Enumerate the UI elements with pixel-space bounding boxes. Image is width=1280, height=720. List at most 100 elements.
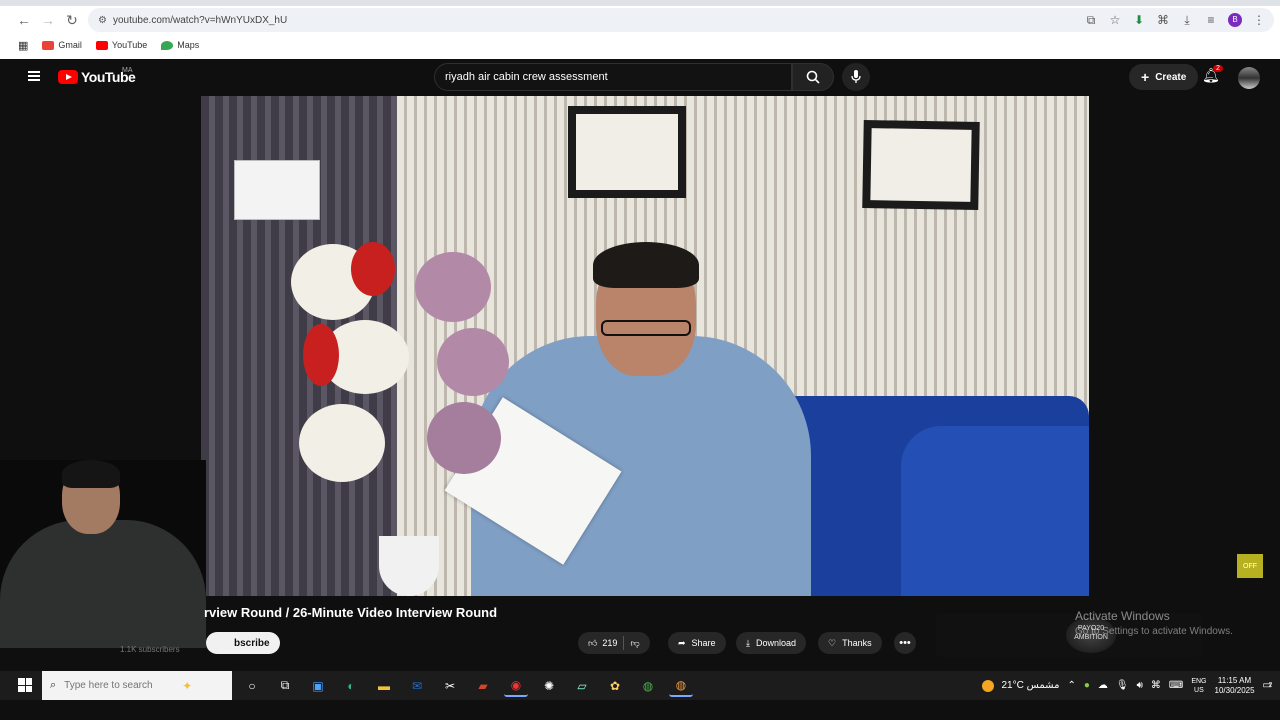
search-input[interactable] — [445, 71, 775, 83]
tray-overflow-icon[interactable]: ⌃ — [1067, 680, 1075, 691]
video-scene-sofa-arm — [901, 426, 1089, 596]
edge-icon[interactable]: ◐ — [339, 674, 363, 697]
video-scene-glasses — [601, 320, 691, 336]
thanks-label: Thanks — [842, 638, 872, 648]
activate-windows-title: Activate Windows — [1075, 609, 1170, 623]
chrome-profile-icon[interactable]: ◍ — [669, 674, 693, 697]
system-clock[interactable]: 11:15 AM 10/30/2025 — [1215, 676, 1255, 696]
notes-icon[interactable]: ▱ — [570, 674, 594, 697]
onedrive-icon[interactable]: ☁ — [1098, 680, 1108, 691]
keyboard-icon[interactable]: ⌨ — [1169, 680, 1183, 691]
maps-icon — [161, 40, 174, 50]
taskbar-search-input[interactable] — [64, 680, 175, 691]
outlook-icon[interactable]: ✉ — [405, 674, 429, 697]
tray-app-icon[interactable]: ● — [1084, 680, 1090, 691]
bookmark-youtube[interactable]: YouTube — [95, 40, 147, 50]
forward-arrow-icon[interactable]: → — [36, 8, 60, 32]
download-label: Download — [755, 638, 797, 648]
thumbs-down-icon: 👎︎ — [630, 637, 640, 648]
bookmark-gmail[interactable]: Gmail — [42, 40, 82, 50]
share-label: Share — [691, 638, 716, 648]
like-button[interactable]: 👍︎ 219 — [588, 638, 617, 649]
like-divider — [623, 636, 625, 650]
dislike-button[interactable]: 👎︎ — [630, 638, 639, 649]
address-bar[interactable]: ⚙ youtube.com/watch?v=hWnYUxDX_hU ⧉ ☆ ⬇ … — [88, 8, 1274, 32]
subscriber-count: 1.1K subscribers — [120, 645, 180, 654]
more-actions-button[interactable]: ••• — [894, 632, 916, 654]
cortana-icon[interactable]: ○ — [240, 674, 264, 697]
download-button[interactable]: ⤓ Download — [736, 632, 807, 654]
webcam-person-body — [0, 520, 206, 648]
hamburger-menu-icon[interactable] — [28, 71, 40, 81]
network-icon[interactable]: ⌘ — [1151, 680, 1161, 691]
toolbar-actions: ⧉ ☆ ⬇ ⌘ ⤓ ≡ B ⋮ — [1084, 8, 1266, 32]
like-dislike-group: 👍︎ 219 👎︎ — [578, 632, 650, 654]
video-scene-flower — [437, 328, 509, 396]
download-icon: ⤓ — [746, 637, 750, 648]
chatgpt-icon[interactable]: ✺ — [537, 674, 561, 697]
voice-search-button[interactable] — [842, 63, 870, 91]
windows-taskbar: ⌕ ✦ ○ ⧉ ▣ ◐ ▬ ✉ ✂ ▰ ◉ ✺ ▱ ✿ ◍ ◍ 21°C مشم… — [0, 671, 1280, 700]
apps-grid-icon[interactable]: ▦ — [18, 39, 28, 52]
create-button[interactable]: + Create — [1129, 64, 1199, 90]
video-player[interactable] — [201, 96, 1089, 596]
like-count: 219 — [602, 638, 618, 648]
share-arrow-icon: ➦ — [678, 637, 686, 648]
taskbar-search[interactable]: ⌕ ✦ — [42, 671, 232, 700]
install-app-icon[interactable]: ⧉ — [1084, 13, 1098, 28]
video-scene-switch-panel — [234, 160, 320, 220]
bookmark-star-icon[interactable]: ☆ — [1108, 13, 1122, 27]
search-box — [434, 63, 792, 91]
floating-overlay-button[interactable]: OFF — [1237, 554, 1263, 578]
clock-date: 10/30/2025 — [1214, 685, 1255, 695]
bookmarks-bar: ▦ Gmail YouTube Maps — [0, 36, 199, 54]
thanks-button[interactable]: ♡ Thanks — [818, 632, 882, 654]
bookmark-maps[interactable]: Maps — [161, 40, 199, 50]
notifications-bell-icon[interactable]: 🔔︎ 2 — [1202, 65, 1223, 87]
reading-list-icon[interactable]: ≡ — [1204, 13, 1218, 27]
taskbar-apps: ○ ⧉ ▣ ◐ ▬ ✉ ✂ ▰ ◉ ✺ ▱ ✿ ◍ ◍ — [240, 674, 693, 697]
back-arrow-icon[interactable]: ← — [12, 8, 36, 32]
address-url: youtube.com/watch?v=hWnYUxDX_hU — [112, 14, 288, 26]
notification-center-icon[interactable]: ▭ 2 — [1263, 680, 1273, 691]
windows-start-icon[interactable] — [18, 678, 32, 692]
volume-icon[interactable]: 🔊︎ — [1137, 680, 1143, 691]
webcam-person-hair — [62, 460, 120, 488]
language-code: ENG — [1191, 677, 1207, 685]
taskbar-search-icon: ⌕ — [50, 679, 57, 691]
webcam-overlay — [0, 460, 206, 648]
account-avatar[interactable] — [1238, 67, 1260, 89]
search-button[interactable] — [792, 63, 834, 91]
profile-avatar-icon[interactable]: B — [1228, 13, 1242, 27]
clock-time: 11:15 AM — [1217, 675, 1252, 685]
search-icon — [806, 70, 820, 84]
share-button[interactable]: ➦ Share — [668, 632, 726, 654]
file-explorer-icon[interactable]: ▬ — [372, 674, 396, 697]
video-scene-certificate-2 — [862, 119, 980, 211]
weather-text[interactable]: 21°C مشمس — [1002, 680, 1060, 691]
site-info-icon[interactable]: ⚙ — [98, 15, 107, 26]
chrome-icon[interactable]: ◍ — [636, 674, 660, 697]
weather-sun-icon[interactable] — [981, 679, 994, 692]
system-tray: 21°C مشمس ⌃ ● ☁ 🎙︎ 🔊︎ ⌘ ⌨ ENG US 11:15 A… — [981, 671, 1280, 700]
input-language[interactable]: ENG US — [1191, 677, 1206, 695]
store-icon[interactable]: ▣ — [306, 674, 330, 697]
photos-icon[interactable]: ✿ — [603, 674, 627, 697]
screen-recorder-icon[interactable]: ◉ — [504, 674, 528, 697]
search-highlight-icon: ✦ — [182, 678, 193, 693]
video-actions-row: 1.1K subscribers bscribe 👍︎ 219 👎︎ ➦ Sha… — [100, 632, 920, 658]
bookmark-label: Maps — [177, 40, 200, 50]
powerpoint-icon[interactable]: ▰ — [471, 674, 495, 697]
subscribe-button[interactable]: bscribe — [206, 632, 280, 654]
browser-menu-icon[interactable]: ⋮ — [1252, 13, 1266, 27]
downloads-icon[interactable]: ⤓ — [1180, 13, 1194, 28]
youtube-header: YouTube MA + Create 🔔︎ 2 — [10, 59, 1280, 96]
capcut-icon[interactable]: ✂ — [438, 674, 462, 697]
task-view-icon[interactable]: ⧉ — [273, 674, 297, 697]
language-region: US — [1194, 686, 1204, 694]
video-scene-flower — [351, 242, 395, 296]
microphone-tray-icon[interactable]: 🎙︎ — [1116, 680, 1129, 691]
extension-download-icon[interactable]: ⬇ — [1132, 13, 1146, 27]
reload-icon[interactable]: ↻ — [60, 8, 84, 32]
extensions-puzzle-icon[interactable]: ⌘ — [1156, 13, 1170, 27]
